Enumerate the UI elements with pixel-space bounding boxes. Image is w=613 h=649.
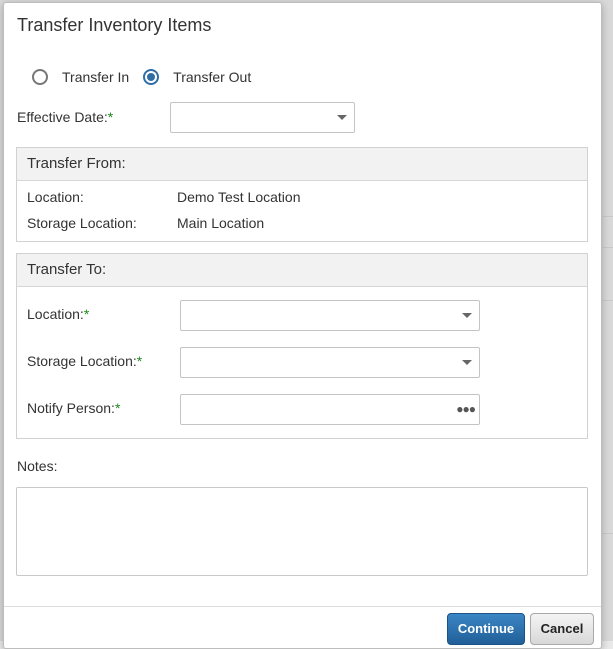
required-mark: * [107, 109, 114, 125]
notify-person-field[interactable]: ●●● [180, 394, 480, 425]
more-options-icon[interactable]: ●●● [456, 403, 476, 415]
transfer-dialog: Transfer Inventory Items Transfer In Tra… [3, 2, 602, 649]
transfer-out-radio[interactable] [143, 69, 160, 85]
from-location-value: Demo Test Location [177, 189, 301, 205]
required-mark: * [114, 400, 121, 416]
notes-label: Notes: [17, 458, 58, 474]
effective-date-label-text: Effective Date: [17, 109, 108, 125]
effective-date-label: Effective Date:* [17, 109, 113, 125]
from-storage-label: Storage Location: [27, 215, 137, 231]
continue-button[interactable]: Continue [447, 613, 525, 645]
radio-selected-dot [147, 73, 156, 81]
from-storage-value: Main Location [177, 215, 265, 231]
required-mark: * [83, 306, 90, 322]
transfer-in-radio[interactable] [32, 69, 48, 85]
to-location-label-text: Location: [27, 306, 84, 322]
backdrop-divider [603, 247, 613, 248]
to-storage-select[interactable] [180, 347, 480, 378]
required-mark: * [136, 353, 143, 369]
to-location-select[interactable] [180, 300, 480, 331]
backdrop-divider [603, 533, 613, 534]
to-location-label: Location:* [27, 306, 89, 322]
transfer-from-heading: Transfer From: [17, 148, 587, 181]
cancel-button[interactable]: Cancel [530, 613, 594, 645]
chevron-down-icon [337, 115, 347, 120]
backdrop-divider [603, 216, 613, 217]
transfer-to-panel: Transfer To: Location:* Storage Location… [16, 253, 588, 439]
chevron-down-icon [462, 360, 472, 365]
from-location-label: Location: [27, 189, 84, 205]
transfer-out-label[interactable]: Transfer Out [173, 69, 251, 85]
transfer-in-label[interactable]: Transfer In [62, 69, 129, 85]
notes-textarea[interactable] [16, 487, 588, 576]
transfer-to-heading: Transfer To: [17, 254, 587, 287]
chevron-down-icon [462, 313, 472, 318]
dialog-title: Transfer Inventory Items [17, 15, 212, 35]
notify-person-label-text: Notify Person: [27, 400, 115, 416]
effective-date-select[interactable] [170, 102, 355, 133]
to-storage-label: Storage Location:* [27, 353, 142, 369]
notify-person-label: Notify Person:* [27, 400, 120, 416]
footer-divider [4, 606, 601, 607]
transfer-type-group: Transfer In Transfer Out [32, 65, 265, 89]
to-storage-label-text: Storage Location: [27, 353, 137, 369]
transfer-from-panel: Transfer From: Location: Demo Test Locat… [16, 147, 588, 242]
backdrop-divider [603, 300, 613, 301]
